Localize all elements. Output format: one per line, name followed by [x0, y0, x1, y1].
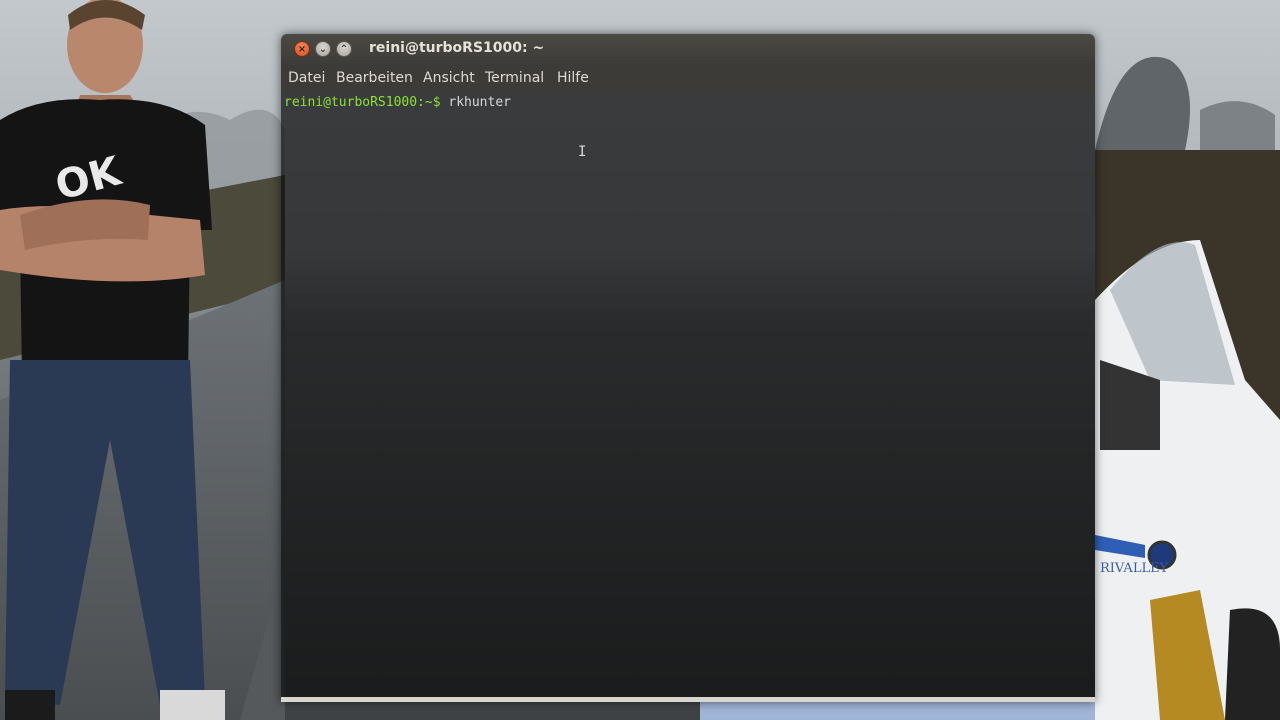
window-titlebar[interactable]: × ⌄ ⌃ reini@turboRS1000: ~	[281, 34, 1095, 65]
terminal-window[interactable]: × ⌄ ⌃ reini@turboRS1000: ~ Datei Bearbei…	[281, 34, 1095, 702]
terminal-output[interactable]: reini@turboRS1000:~$ rkhunter	[281, 93, 1095, 702]
menu-terminal[interactable]: Terminal	[485, 70, 544, 86]
window-title: reini@turboRS1000: ~	[369, 40, 545, 56]
maximize-icon[interactable]: ⌃	[336, 41, 352, 57]
command-text: rkhunter	[440, 95, 511, 110]
shell-prompt: reini@turboRS1000:~$	[284, 95, 441, 110]
menu-datei[interactable]: Datei	[288, 70, 325, 86]
wallpaper-sign-text: RIVALLEY	[1100, 561, 1169, 576]
menubar: Datei Bearbeiten Ansicht Terminal Hilfe	[281, 65, 1095, 93]
prompt-line: reini@turboRS1000:~$ rkhunter	[284, 95, 511, 110]
close-icon[interactable]: ×	[294, 41, 310, 57]
text-cursor-icon: I	[578, 144, 587, 160]
minimize-icon[interactable]: ⌄	[315, 41, 331, 57]
menu-ansicht[interactable]: Ansicht	[423, 70, 475, 86]
menu-bearbeiten[interactable]: Bearbeiten	[336, 70, 413, 86]
menu-hilfe[interactable]: Hilfe	[557, 70, 589, 86]
terminal-bottom-edge	[281, 697, 1095, 702]
